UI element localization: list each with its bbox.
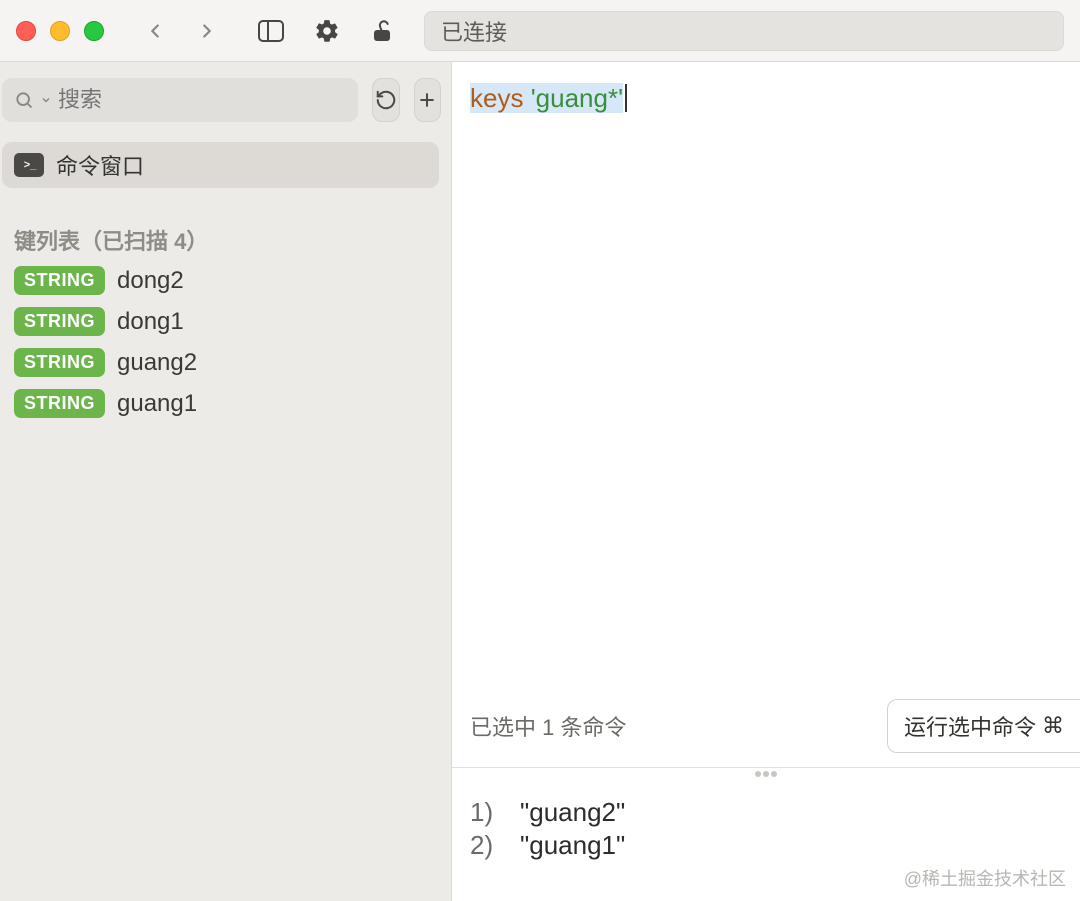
window-controls bbox=[16, 21, 104, 41]
key-name: dong1 bbox=[117, 308, 184, 336]
toolbar-icons bbox=[258, 18, 394, 44]
key-row[interactable]: STRING guang1 bbox=[14, 389, 437, 418]
cmd-argument: 'guang*' bbox=[531, 83, 623, 113]
watermark: @稀土掘金技术社区 bbox=[904, 865, 1066, 891]
back-button[interactable] bbox=[144, 20, 166, 42]
terminal-icon: >_ bbox=[14, 153, 44, 177]
output-value: "guang1" bbox=[520, 830, 625, 860]
output-line: 1)"guang2" bbox=[470, 796, 1062, 829]
cmd-keyword: keys bbox=[470, 83, 523, 113]
editor-status-bar: 已选中 1 条命令 运行选中命令 ⌘ bbox=[452, 685, 1080, 768]
type-badge: STRING bbox=[14, 307, 105, 336]
sidebar-toggle-icon[interactable] bbox=[258, 20, 284, 42]
command-window-label: 命令窗口 bbox=[56, 149, 144, 181]
output-line: 2)"guang1" bbox=[470, 829, 1062, 862]
search-icon bbox=[14, 90, 34, 110]
sidebar: >_ 命令窗口 键列表（已扫描 4） STRING dong2 STRING d… bbox=[0, 62, 452, 901]
unlock-icon[interactable] bbox=[370, 19, 394, 43]
type-badge: STRING bbox=[14, 266, 105, 295]
output-index: 2) bbox=[470, 829, 520, 862]
gear-icon[interactable] bbox=[314, 18, 340, 44]
main-area: >_ 命令窗口 键列表（已扫描 4） STRING dong2 STRING d… bbox=[0, 62, 1080, 901]
keys-list: STRING dong2 STRING dong1 STRING guang2 … bbox=[0, 266, 451, 418]
address-bar[interactable]: 已连接 bbox=[424, 11, 1064, 51]
chevron-down-icon[interactable] bbox=[40, 94, 52, 106]
command-window-item[interactable]: >_ 命令窗口 bbox=[2, 142, 439, 188]
minimize-window-button[interactable] bbox=[50, 21, 70, 41]
text-cursor bbox=[625, 84, 627, 112]
search-input[interactable] bbox=[58, 87, 346, 113]
command-editor[interactable]: keys 'guang*' bbox=[452, 62, 1080, 685]
keys-list-header: 键列表（已扫描 4） bbox=[0, 188, 451, 266]
split-handle[interactable] bbox=[452, 768, 1080, 780]
nav-buttons bbox=[144, 20, 218, 42]
titlebar: 已连接 bbox=[0, 0, 1080, 62]
key-name: dong2 bbox=[117, 267, 184, 295]
key-row[interactable]: STRING guang2 bbox=[14, 348, 437, 377]
output-index: 1) bbox=[470, 796, 520, 829]
key-name: guang1 bbox=[117, 390, 197, 418]
run-button-label: 运行选中命令 bbox=[904, 710, 1036, 742]
connection-status: 已连接 bbox=[441, 15, 507, 47]
output-value: "guang2" bbox=[520, 797, 625, 827]
search-box[interactable] bbox=[2, 78, 358, 122]
editor-area: keys 'guang*' 已选中 1 条命令 运行选中命令 ⌘ 1)"guan… bbox=[452, 62, 1080, 901]
zoom-window-button[interactable] bbox=[84, 21, 104, 41]
key-row[interactable]: STRING dong1 bbox=[14, 307, 437, 336]
command-key-icon: ⌘ bbox=[1042, 713, 1064, 739]
type-badge: STRING bbox=[14, 389, 105, 418]
key-name: guang2 bbox=[117, 349, 197, 377]
forward-button[interactable] bbox=[196, 20, 218, 42]
key-row[interactable]: STRING dong2 bbox=[14, 266, 437, 295]
selection-status: 已选中 1 条命令 bbox=[470, 710, 626, 742]
run-selected-button[interactable]: 运行选中命令 ⌘ bbox=[887, 699, 1080, 753]
close-window-button[interactable] bbox=[16, 21, 36, 41]
refresh-button[interactable] bbox=[372, 78, 400, 122]
sidebar-controls bbox=[0, 62, 451, 132]
add-button[interactable] bbox=[414, 78, 442, 122]
type-badge: STRING bbox=[14, 348, 105, 377]
